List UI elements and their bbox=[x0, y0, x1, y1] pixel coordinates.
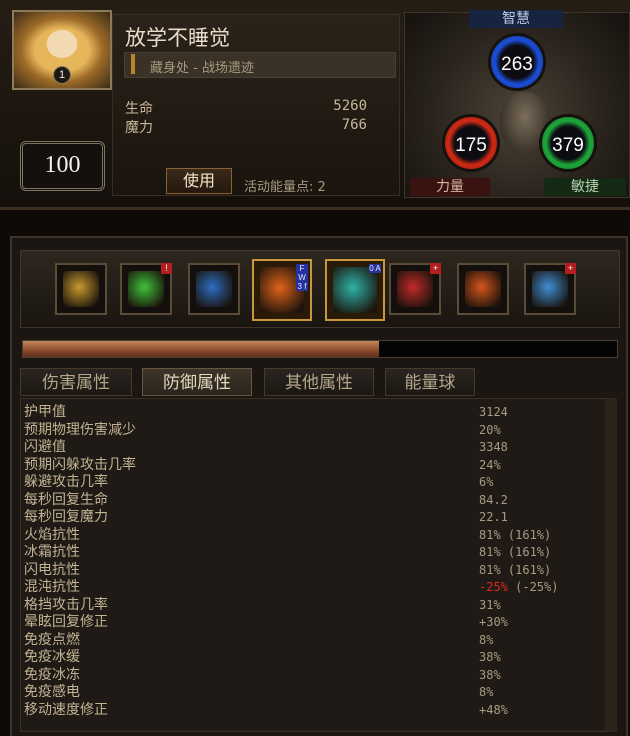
stat-value: 6% bbox=[479, 475, 494, 489]
stat-name: 躲避攻击几率 bbox=[24, 474, 108, 490]
use-button[interactable]: 使用 bbox=[166, 168, 232, 194]
stat-row: 冰霜抗性 81% (161%) bbox=[24, 543, 594, 561]
dexterity-orb[interactable]: 379 bbox=[539, 114, 597, 172]
active-points-text: 活动能量点: 2 bbox=[244, 180, 326, 195]
stat-row: 免疫点燃 8% bbox=[24, 631, 594, 649]
stat-name: 免疫感电 bbox=[24, 684, 80, 700]
blue-spirit-gem-icon bbox=[532, 271, 568, 307]
stat-name: 预期物理伤害减少 bbox=[24, 421, 136, 438]
stat-value: 81% (161%) bbox=[479, 562, 552, 577]
stat-value: 81% (161%) bbox=[479, 527, 552, 542]
stat-row: 躲避攻击几率 6% bbox=[24, 473, 594, 491]
stat-name: 闪避值 bbox=[24, 439, 66, 455]
stat-value: 84.2 bbox=[479, 492, 508, 507]
stat-value: 31% bbox=[479, 597, 501, 612]
progress-fill bbox=[23, 341, 380, 357]
character-level: 100 bbox=[20, 141, 105, 191]
portrait-level-badge: 1 bbox=[53, 66, 71, 84]
mana-value: 766 bbox=[341, 117, 367, 133]
stat-row: 火焰抗性 81% (161%) bbox=[24, 526, 594, 544]
stat-value: +30% bbox=[479, 615, 508, 629]
stat-name: 免疫冰冻 bbox=[24, 666, 80, 683]
stat-row: 闪避值 3348 bbox=[24, 438, 594, 456]
dagger-gem-icon bbox=[63, 271, 99, 307]
stat-row: 混沌抗性 -25% (-25%) bbox=[24, 578, 594, 596]
red-figure-gem-icon bbox=[397, 271, 433, 307]
gem-slot[interactable]: 0 A bbox=[325, 259, 385, 321]
stat-value: 8% bbox=[479, 685, 494, 699]
tab-damage[interactable]: 伤害属性 bbox=[20, 368, 132, 396]
gem-slot[interactable] bbox=[457, 263, 509, 315]
stat-row: 格挡攻击几率 31% bbox=[24, 596, 594, 614]
stat-row: 预期物理伤害减少 20% bbox=[24, 421, 594, 439]
gem-slot[interactable]: ! bbox=[120, 263, 172, 315]
stat-name: 闪电抗性 bbox=[24, 561, 80, 578]
stat-name: 每秒回复生命 bbox=[24, 491, 108, 508]
gem-slot[interactable] bbox=[188, 263, 240, 315]
stat-name: 晕眩回复修正 bbox=[24, 614, 108, 630]
stat-row: 晕眩回复修正 +30% bbox=[24, 613, 594, 631]
stat-name: 格挡攻击几率 bbox=[24, 596, 108, 613]
gem-badge: + bbox=[430, 263, 441, 274]
stat-row: 免疫感电 8% bbox=[24, 683, 594, 701]
stat-value: 38% bbox=[479, 650, 501, 664]
gem-badge: + bbox=[565, 263, 576, 274]
gem-slot[interactable]: + bbox=[389, 263, 441, 315]
stat-value: -25% (-25%) bbox=[479, 580, 559, 594]
stat-name: 冰霜抗性 bbox=[24, 544, 80, 560]
tab-other[interactable]: 其他属性 bbox=[264, 368, 374, 396]
character-name: 放学不睡觉 bbox=[125, 26, 230, 50]
stat-name: 护甲值 bbox=[24, 404, 66, 420]
stat-row: 移动速度修正 +48% bbox=[24, 701, 594, 719]
gem-slot[interactable]: F W 3 f bbox=[252, 259, 312, 321]
stat-value: 81% (161%) bbox=[479, 545, 552, 559]
stat-name: 免疫点燃 bbox=[24, 631, 80, 648]
dexterity-label: 敏捷 bbox=[544, 178, 626, 196]
stat-value: 38% bbox=[479, 667, 501, 682]
stat-value: 20% bbox=[479, 422, 501, 437]
stat-name: 移动速度修正 bbox=[24, 701, 108, 718]
location-text: 藏身处 - 战场遗迹 bbox=[150, 61, 254, 76]
stat-name: 每秒回复魔力 bbox=[24, 509, 108, 525]
stat-value: 24% bbox=[479, 457, 501, 472]
stat-value: 3124 bbox=[479, 405, 508, 419]
stat-row: 每秒回复魔力 22.1 bbox=[24, 508, 594, 526]
stat-value: 3348 bbox=[479, 440, 508, 454]
stat-name: 混沌抗性 bbox=[24, 579, 80, 595]
intelligence-label: 智慧 bbox=[469, 10, 563, 28]
location-marker-icon bbox=[131, 54, 135, 74]
progress-bar[interactable] bbox=[22, 340, 618, 358]
strength-orb[interactable]: 175 bbox=[442, 114, 500, 172]
stat-value: 8% bbox=[479, 632, 494, 647]
gem-side-text: F W 3 f bbox=[296, 264, 308, 291]
tab-energy-orb[interactable]: 能量球 bbox=[385, 368, 475, 396]
tab-defense[interactable]: 防御属性 bbox=[142, 368, 252, 396]
stat-row: 免疫冰缓 38% bbox=[24, 648, 594, 666]
stat-value: 22.1 bbox=[479, 510, 508, 524]
strength-label: 力量 bbox=[410, 178, 490, 196]
gem-badge: ! bbox=[161, 263, 172, 274]
life-label: 生命 bbox=[125, 101, 153, 117]
gem-slot[interactable]: + bbox=[524, 263, 576, 315]
green-ring-gem-icon bbox=[128, 271, 164, 307]
mana-label: 魔力 bbox=[125, 120, 153, 136]
stat-value: +48% bbox=[479, 702, 508, 717]
gem-side-text: 0 A bbox=[369, 264, 381, 273]
stat-name: 预期闪躲攻击几率 bbox=[24, 456, 136, 473]
stat-name: 免疫冰缓 bbox=[24, 649, 80, 665]
fist-gem-icon bbox=[465, 271, 501, 307]
stat-row: 护甲值 3124 bbox=[24, 403, 594, 421]
blue-rune-gem-icon bbox=[196, 271, 232, 307]
intelligence-orb[interactable]: 263 bbox=[488, 33, 546, 91]
gem-slot[interactable] bbox=[55, 263, 107, 315]
stat-row: 每秒回复生命 84.2 bbox=[24, 491, 594, 509]
stat-row: 闪电抗性 81% (161%) bbox=[24, 561, 594, 579]
teal-creature-gem-icon bbox=[333, 267, 377, 313]
stat-name: 火焰抗性 bbox=[24, 526, 80, 543]
stat-row: 免疫冰冻 38% bbox=[24, 666, 594, 684]
life-value: 5260 bbox=[333, 98, 367, 114]
stat-row: 预期闪躲攻击几率 24% bbox=[24, 456, 594, 474]
